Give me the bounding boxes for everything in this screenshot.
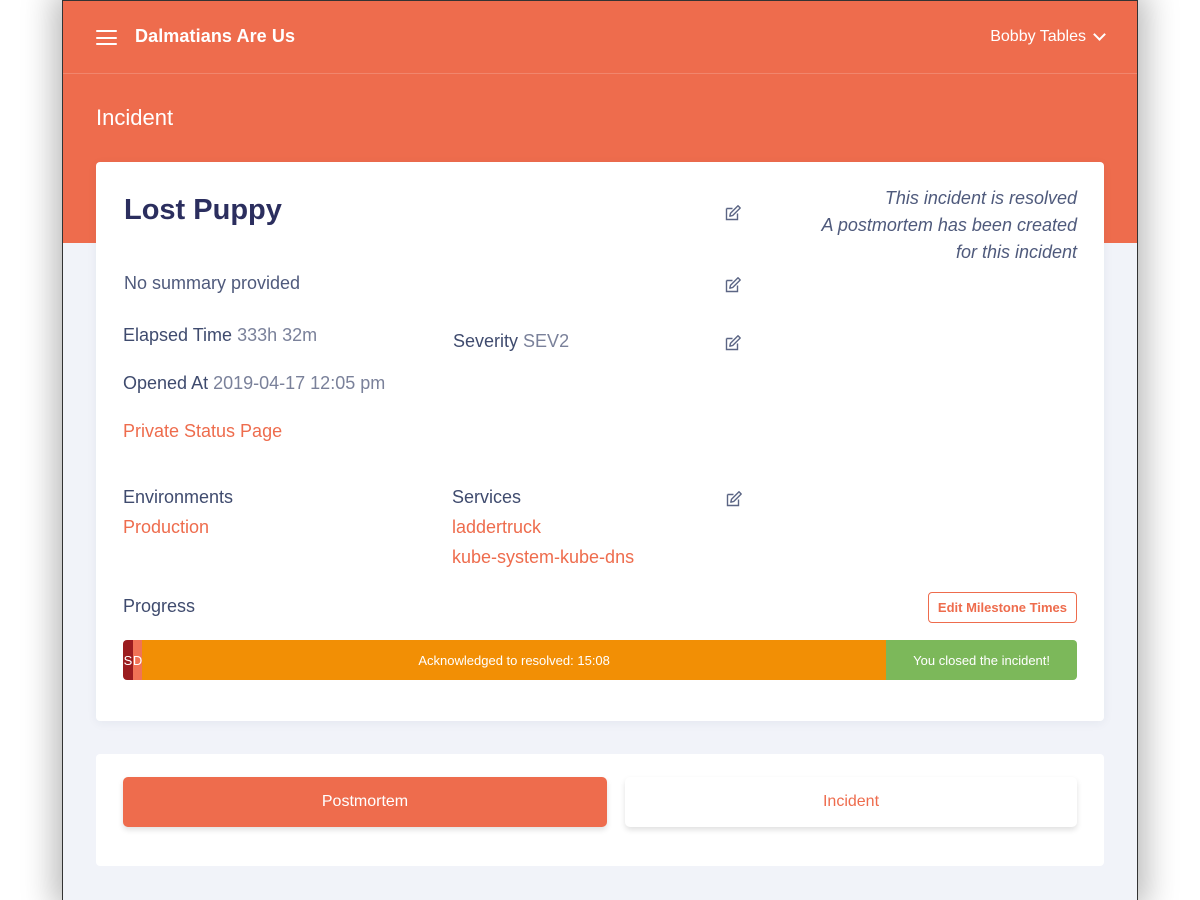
service-link[interactable]: laddertruck	[452, 517, 541, 538]
postmortem-tab-button[interactable]: Postmortem	[123, 777, 607, 827]
status-line: This incident is resolved	[884, 188, 1077, 208]
opened-at-label: Opened At	[123, 373, 209, 393]
environment-link[interactable]: Production	[123, 517, 209, 538]
brand-name[interactable]: Dalmatians Are Us	[135, 26, 295, 47]
opened-at: Opened At 2019-04-17 12:05 pm	[123, 373, 385, 394]
services-label: Services	[452, 487, 522, 507]
edit-milestone-times-button[interactable]: Edit Milestone Times	[927, 592, 1077, 623]
incident-summary: No summary provided	[124, 273, 301, 293]
elapsed-time-value: 333h 32m	[237, 325, 318, 345]
severity-label: Severity	[453, 331, 519, 351]
progress-segment: Acknowledged to resolved: 15:08	[142, 640, 887, 680]
opened-at-value: 2019-04-17 12:05 pm	[213, 373, 386, 393]
severity-value: SEV2	[523, 331, 570, 351]
incident-tab-button[interactable]: Incident	[625, 777, 1077, 827]
user-menu[interactable]: Bobby Tables	[990, 28, 1106, 46]
severity: Severity SEV2	[453, 331, 569, 352]
incident-title: Lost Puppy	[124, 194, 282, 226]
top-navbar: Dalmatians Are Us Bobby Tables	[63, 1, 1137, 74]
edit-summary-icon[interactable]	[724, 276, 742, 294]
progress-label: Progress	[123, 596, 196, 616]
edit-services-icon[interactable]	[725, 490, 743, 508]
service-link[interactable]: kube-system-kube-dns	[452, 547, 634, 568]
elapsed-time-label: Elapsed Time	[123, 325, 233, 345]
elapsed-time: Elapsed Time 333h 32m	[123, 325, 317, 346]
chevron-down-icon	[1093, 28, 1106, 41]
progress-segment: You closed the incident!	[886, 640, 1077, 680]
progress-bar: S D Acknowledged to resolved: 15:08 You clo…	[123, 640, 1077, 680]
progress-segment: S	[123, 640, 134, 680]
edit-severity-icon[interactable]	[724, 334, 742, 352]
incident-card: Lost Puppy This incident is resolved A p…	[96, 162, 1104, 721]
status-line: for this incident	[955, 242, 1077, 262]
incident-status-message: This incident is resolved A postmortem h…	[822, 185, 1077, 266]
private-status-page-link[interactable]: Private Status Page	[123, 421, 282, 442]
app-window: Dalmatians Are Us Bobby Tables Incident …	[62, 0, 1138, 900]
user-name: Bobby Tables	[990, 28, 1086, 45]
progress-segment: D	[133, 640, 142, 680]
hamburger-icon[interactable]	[96, 30, 117, 45]
view-switch-card: Postmortem Incident	[96, 754, 1104, 866]
page-title: Incident	[96, 105, 174, 130]
environments-label: Environments	[123, 487, 234, 507]
status-line: A postmortem has been created	[821, 215, 1077, 235]
edit-title-icon[interactable]	[724, 204, 742, 222]
